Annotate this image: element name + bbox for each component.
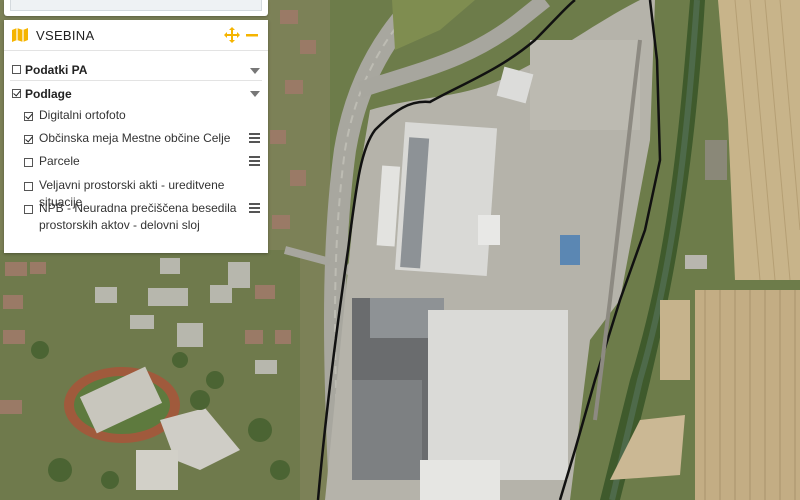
- map-icon: [10, 26, 30, 44]
- search-panel[interactable]: [4, 0, 268, 16]
- layer-checkbox[interactable]: [24, 158, 33, 167]
- layer-item-parcele[interactable]: Parcele: [24, 154, 268, 170]
- layer-checkbox[interactable]: [24, 112, 33, 121]
- category-label: Podlage: [25, 87, 72, 101]
- layer-label-line1: NPB - Neuradna prečiščena besedila: [39, 201, 237, 215]
- layers-panel: VSEBINA Podatki PA Podlage Digitalni ort…: [4, 20, 268, 253]
- category-checkbox[interactable]: [12, 65, 21, 74]
- panel-title: VSEBINA: [36, 27, 95, 43]
- category-label: Podatki PA: [25, 63, 88, 77]
- minimize-icon[interactable]: [242, 26, 262, 44]
- layer-label: Parcele: [39, 154, 80, 168]
- layer-label-line2: prostorskih aktov - delovni sloj: [39, 218, 200, 232]
- menu-icon[interactable]: [249, 156, 260, 166]
- layer-checkbox[interactable]: [24, 205, 33, 214]
- layer-label: NPB - Neuradna prečiščena besedila prost…: [39, 200, 236, 234]
- divider: [10, 80, 262, 81]
- category-podatki-pa[interactable]: Podatki PA: [12, 63, 268, 77]
- layer-item-digitalni-ortofoto[interactable]: Digitalni ortofoto: [24, 108, 268, 124]
- menu-icon[interactable]: [249, 133, 260, 143]
- menu-icon[interactable]: [249, 203, 260, 213]
- layer-item-npb[interactable]: NPB - Neuradna prečiščena besedila prost…: [24, 200, 268, 234]
- layer-checkbox[interactable]: [24, 182, 33, 191]
- move-icon[interactable]: [222, 26, 242, 44]
- chevron-down-icon[interactable]: [250, 91, 260, 97]
- category-checkbox[interactable]: [12, 89, 21, 98]
- panel-header: VSEBINA: [4, 20, 268, 51]
- search-input[interactable]: [10, 0, 262, 11]
- category-podlage[interactable]: Podlage: [12, 87, 268, 101]
- chevron-down-icon[interactable]: [250, 68, 260, 74]
- layer-checkbox[interactable]: [24, 135, 33, 144]
- layer-label: Občinska meja Mestne občine Celje: [39, 131, 231, 145]
- layer-item-obcinska-meja[interactable]: Občinska meja Mestne občine Celje: [24, 131, 268, 147]
- layer-label: Digitalni ortofoto: [39, 108, 126, 122]
